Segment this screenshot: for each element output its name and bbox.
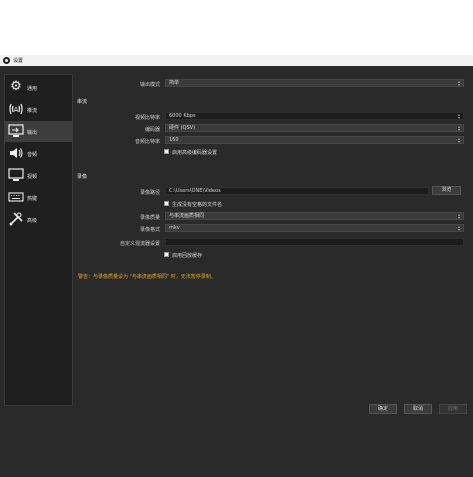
sidebar-item-label: 输出 (27, 130, 38, 136)
output-mode-value: 简单 (169, 80, 180, 86)
browse-button[interactable]: 浏览 (432, 186, 461, 195)
recording-format-value: mkv (169, 225, 180, 231)
replay-buffer-checkbox[interactable] (164, 252, 169, 257)
recording-format-label: 录像格式 (139, 227, 160, 233)
audio-bitrate-select[interactable]: 160 ▴ ▾ (165, 136, 464, 144)
sidebar-item-label: 音频 (27, 152, 38, 158)
recording-path-value: C:\Users\ONE\Videos (169, 188, 221, 194)
speaker-icon (8, 145, 24, 161)
chevron-updown-icon: ▴ ▾ (457, 224, 460, 232)
output-mode-select[interactable]: 简单 ▴ ▾ (165, 79, 464, 87)
ok-button[interactable]: 确定 (369, 404, 397, 414)
broadcast-icon: A (8, 101, 24, 117)
output-settings-panel: 输出模式 简单 ▴ ▾ 串流 视频比特率 6000 Kbps ▴ ▾ 编码器 硬件 … (75, 74, 469, 404)
recording-quality-label: 录像质量 (139, 215, 160, 221)
sidebar-item-label: 通用 (27, 86, 38, 92)
chevron-updown-icon: ▴ ▾ (457, 79, 460, 87)
recording-path-label: 录像路径 (139, 190, 160, 196)
window-title: 设置 (13, 58, 24, 64)
apply-button[interactable]: 应用 (439, 404, 467, 414)
settings-sidebar: ⚙ 通用 A 推流 输出 音频 视频 热键 高级 (4, 74, 73, 406)
advanced-encoder-label: 启用高级编码器设置 (172, 150, 218, 156)
recording-format-select[interactable]: mkv ▴ ▾ (165, 224, 464, 232)
chevron-updown-icon: ▴ ▾ (457, 124, 460, 132)
stepper-icon[interactable]: ▴ ▾ (457, 113, 461, 120)
sidebar-item-label: 热键 (27, 196, 38, 202)
encoder-label: 编码器 (144, 127, 160, 133)
audio-bitrate-label: 音频比特率 (134, 139, 160, 145)
chevron-updown-icon: ▴ ▾ (457, 212, 460, 220)
sidebar-item-label: 推流 (27, 108, 38, 114)
encoder-value: 硬件 (QSV) (169, 125, 196, 131)
cancel-button[interactable]: 取消 (404, 404, 432, 414)
sidebar-item-audio[interactable]: 音频 (5, 143, 72, 164)
tools-icon (8, 211, 24, 227)
obs-logo-icon (3, 57, 10, 64)
no-space-filename-checkbox[interactable] (164, 201, 169, 206)
recording-quality-select[interactable]: 与串流画质相同 ▴ ▾ (165, 212, 464, 220)
encoder-select[interactable]: 硬件 (QSV) ▴ ▾ (165, 124, 464, 132)
sidebar-item-general[interactable]: ⚙ 通用 (5, 77, 72, 98)
custom-muxer-input[interactable] (165, 238, 464, 246)
video-bitrate-label: 视频比特率 (134, 115, 160, 121)
output-mode-label: 输出模式 (139, 82, 160, 88)
recording-path-input[interactable]: C:\Users\ONE\Videos (165, 187, 429, 195)
sidebar-item-label: 高级 (27, 218, 38, 224)
settings-window: 设置 ⚙ 通用 A 推流 输出 音频 视频 热键 高级 输出模式 简单 ▴ ▾ … (0, 55, 473, 477)
sidebar-item-advanced[interactable]: 高级 (5, 209, 72, 230)
sidebar-item-stream[interactable]: A 推流 (5, 99, 72, 120)
keyboard-icon (8, 189, 24, 205)
monitor-icon (8, 167, 24, 183)
sidebar-item-hotkeys[interactable]: 热键 (5, 187, 72, 208)
no-space-filename-label: 生成没有空格的文件名 (172, 202, 223, 208)
sidebar-item-label: 视频 (27, 174, 38, 180)
gear-icon: ⚙ (10, 79, 22, 94)
recording-quality-value: 与串流画质相同 (169, 213, 205, 219)
video-bitrate-value: 6000 Kbps (169, 113, 196, 119)
audio-bitrate-value: 160 (169, 137, 179, 143)
chevron-updown-icon: ▴ ▾ (457, 136, 460, 144)
advanced-encoder-checkbox[interactable] (164, 149, 169, 154)
pause-warning-text: 警告：与录像质量设为 "与串流画质相同" 时，无法暂停录制。 (78, 274, 216, 280)
title-bar: 设置 (0, 55, 473, 66)
output-icon (8, 123, 24, 139)
streaming-section-title: 串流 (77, 99, 88, 105)
svg-text:A: A (14, 106, 19, 114)
custom-muxer-label: 自定义混流器设置 (119, 241, 160, 247)
replay-buffer-label: 启用回放缓存 (172, 253, 203, 259)
recording-section-title: 录像 (77, 174, 88, 180)
sidebar-item-output[interactable]: 输出 (5, 121, 72, 142)
video-bitrate-input[interactable]: 6000 Kbps ▴ ▾ (165, 112, 464, 120)
sidebar-item-video[interactable]: 视频 (5, 165, 72, 186)
